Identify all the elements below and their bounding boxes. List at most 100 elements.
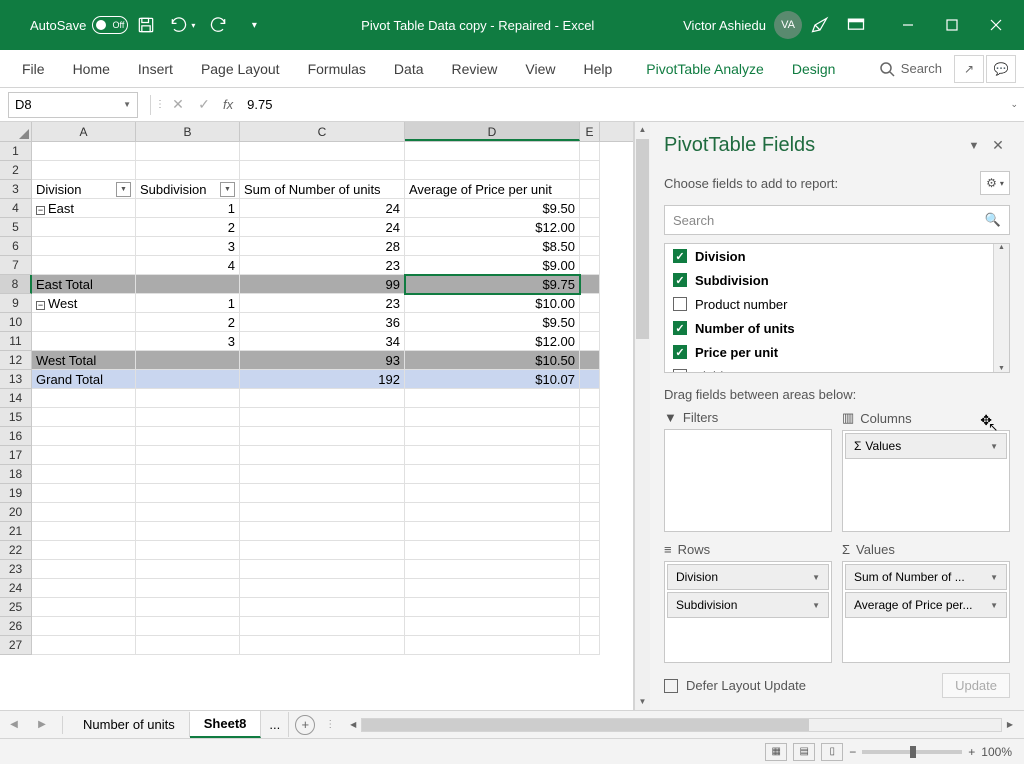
tab-file[interactable]: File	[8, 53, 59, 85]
field-pill[interactable]: Division▼	[667, 564, 829, 590]
tab-data[interactable]: Data	[380, 53, 438, 85]
cell[interactable]	[32, 446, 136, 465]
comments-icon[interactable]: 💬	[986, 55, 1016, 83]
cell[interactable]: 24	[240, 218, 405, 237]
cell[interactable]: Grand Total	[32, 370, 136, 389]
cell[interactable]	[136, 427, 240, 446]
cell[interactable]: $12.00	[405, 332, 580, 351]
minimize-button[interactable]	[886, 0, 930, 50]
cell[interactable]	[580, 522, 600, 541]
col-header-B[interactable]: B	[136, 122, 240, 141]
cell[interactable]: Subdivision▼	[136, 180, 240, 199]
search-box[interactable]: Search	[879, 61, 942, 77]
row-header[interactable]: 2	[0, 161, 32, 180]
row-header[interactable]: 24	[0, 579, 32, 598]
cancel-icon[interactable]: ✕	[165, 96, 191, 113]
filter-dropdown-icon[interactable]: ▼	[116, 182, 131, 197]
cell[interactable]	[580, 636, 600, 655]
row-header[interactable]: 13	[0, 370, 32, 389]
enter-icon[interactable]: ✓	[191, 96, 217, 113]
cell[interactable]	[136, 161, 240, 180]
cell[interactable]	[580, 560, 600, 579]
cell[interactable]	[240, 560, 405, 579]
cell[interactable]	[405, 617, 580, 636]
cell[interactable]	[240, 484, 405, 503]
tab-page-layout[interactable]: Page Layout	[187, 53, 294, 85]
cell[interactable]	[580, 142, 600, 161]
col-header-D[interactable]: D	[405, 122, 580, 141]
cell[interactable]	[136, 446, 240, 465]
tab-view[interactable]: View	[511, 53, 569, 85]
cell[interactable]	[240, 636, 405, 655]
vertical-scrollbar[interactable]: ▲ ▼	[634, 122, 650, 710]
cell[interactable]: 4	[136, 256, 240, 275]
cell[interactable]	[32, 408, 136, 427]
zoom-in-icon[interactable]: +	[968, 745, 975, 759]
field-pill[interactable]: Average of Price per...▼	[845, 592, 1007, 618]
horizontal-scrollbar[interactable]: ◀ ▶	[345, 718, 1018, 732]
cell[interactable]	[580, 218, 600, 237]
cell[interactable]	[405, 465, 580, 484]
cell[interactable]: 99	[240, 275, 405, 294]
cell[interactable]	[32, 484, 136, 503]
share-icon[interactable]: ↗	[954, 55, 984, 83]
field-row[interactable]: ✓Number of units	[665, 316, 1009, 340]
cell[interactable]: 2	[136, 313, 240, 332]
cell[interactable]	[405, 598, 580, 617]
field-checkbox[interactable]: ✓	[673, 273, 687, 287]
field-list-scrollbar[interactable]	[993, 244, 1009, 372]
cell[interactable]	[136, 636, 240, 655]
row-header[interactable]: 25	[0, 598, 32, 617]
tab-insert[interactable]: Insert	[124, 53, 187, 85]
gear-icon[interactable]: ⚙▾	[980, 171, 1010, 195]
row-header[interactable]: 23	[0, 560, 32, 579]
row-header[interactable]: 11	[0, 332, 32, 351]
row-header[interactable]: 15	[0, 408, 32, 427]
row-header[interactable]: 8	[0, 275, 32, 294]
cell[interactable]	[405, 560, 580, 579]
cell[interactable]	[240, 522, 405, 541]
cell[interactable]: 24	[240, 199, 405, 218]
cell[interactable]	[580, 332, 600, 351]
cell[interactable]	[32, 636, 136, 655]
rows-dropzone[interactable]: Division▼Subdivision▼	[664, 561, 832, 663]
cell[interactable]	[240, 503, 405, 522]
cell[interactable]: East Total	[32, 275, 136, 294]
cell[interactable]	[405, 503, 580, 522]
cell[interactable]	[32, 313, 136, 332]
filters-dropzone[interactable]	[664, 429, 832, 532]
select-all-corner[interactable]	[0, 122, 32, 141]
cell[interactable]	[32, 598, 136, 617]
row-header[interactable]: 16	[0, 427, 32, 446]
cell[interactable]	[580, 161, 600, 180]
cell[interactable]: 1	[136, 199, 240, 218]
row-header[interactable]: 9	[0, 294, 32, 313]
cell[interactable]	[240, 161, 405, 180]
tab-pivottable-analyze[interactable]: PivotTable Analyze	[632, 53, 778, 85]
cell[interactable]	[240, 579, 405, 598]
cell[interactable]	[32, 541, 136, 560]
tab-review[interactable]: Review	[438, 53, 512, 85]
add-sheet-icon[interactable]: +	[295, 715, 315, 735]
cell[interactable]	[405, 522, 580, 541]
field-checkbox[interactable]: ✓	[673, 321, 687, 335]
cell[interactable]	[405, 636, 580, 655]
cell[interactable]	[136, 275, 240, 294]
cell[interactable]	[136, 351, 240, 370]
page-layout-icon[interactable]: ▤	[793, 743, 815, 761]
tab-next-icon[interactable]: ▶	[28, 719, 56, 730]
cell[interactable]: −West	[32, 294, 136, 313]
cell[interactable]	[405, 484, 580, 503]
field-row[interactable]: ✓Price per unit	[665, 340, 1009, 364]
field-checkbox[interactable]: ✓	[673, 249, 687, 263]
cell[interactable]	[136, 389, 240, 408]
row-header[interactable]: 10	[0, 313, 32, 332]
values-dropzone[interactable]: Sum of Number of ...▼Average of Price pe…	[842, 561, 1010, 663]
row-header[interactable]: 26	[0, 617, 32, 636]
row-header[interactable]: 7	[0, 256, 32, 275]
cell[interactable]: 2	[136, 218, 240, 237]
cell[interactable]	[240, 446, 405, 465]
panel-options-icon[interactable]: ▼	[962, 140, 986, 152]
row-header[interactable]: 22	[0, 541, 32, 560]
cell[interactable]: $9.50	[405, 313, 580, 332]
